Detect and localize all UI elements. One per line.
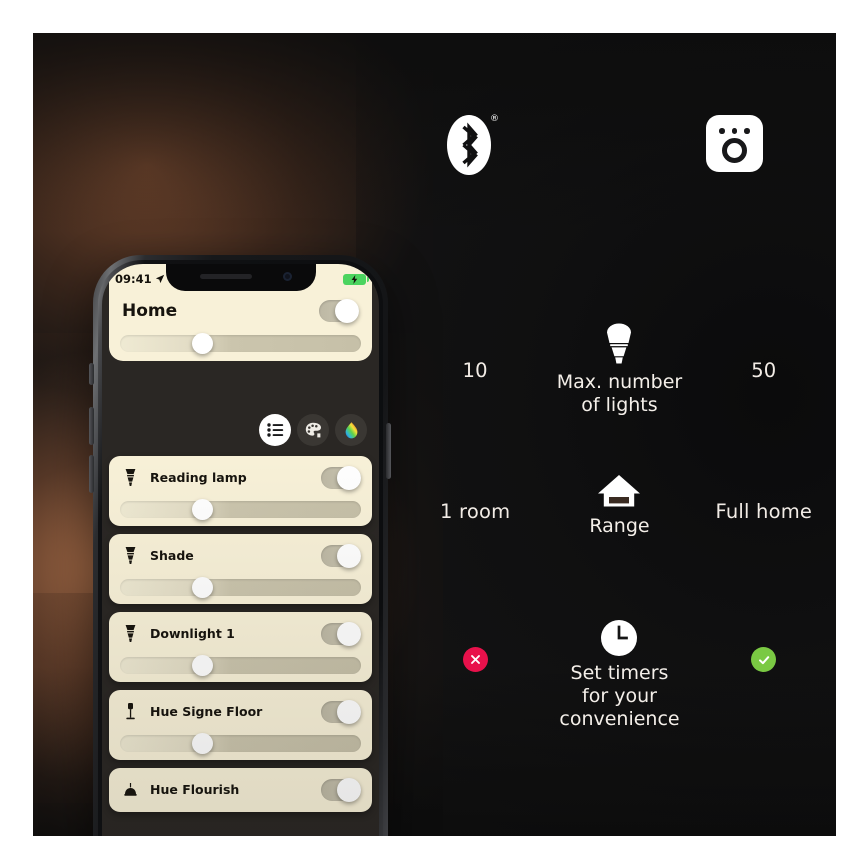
label-line: convenience: [559, 708, 680, 730]
floor-lamp-icon: [120, 702, 140, 721]
color-drop-icon: [345, 421, 357, 438]
comparison-feature-cell: Set timers for your convenience: [547, 618, 691, 731]
comparison-feature-label: Max. number of lights: [557, 371, 683, 417]
comparison-left-value: 10: [462, 359, 488, 382]
phone-screen: 09:41 Home Reading lamp Shade Downlight …: [102, 264, 379, 836]
light-name: Hue Flourish: [150, 782, 240, 797]
light-list: Reading lamp Shade Downlight 1 Hue Signe…: [109, 456, 372, 820]
home-card-header: Home: [109, 294, 372, 326]
list-icon: [266, 423, 283, 437]
home-master-toggle[interactable]: [319, 299, 359, 323]
tab-list[interactable]: [259, 414, 291, 446]
light-name: Reading lamp: [150, 470, 247, 485]
tab-scenes[interactable]: [297, 414, 329, 446]
palette-icon: [305, 422, 321, 438]
light-toggle[interactable]: [321, 777, 361, 802]
light-brightness-slider[interactable]: [120, 733, 361, 754]
phone-volume-down-button[interactable]: [89, 455, 94, 493]
light-brightness-slider[interactable]: [120, 499, 361, 520]
list-item[interactable]: Downlight 1: [109, 612, 372, 682]
comparison-feature-label: Set timers for your convenience: [559, 662, 679, 731]
comparison-row: 10 Max. number of lights 50: [403, 323, 836, 417]
spot-bulb-icon: [120, 624, 140, 643]
status-time-text: 09:41: [115, 272, 152, 286]
comparison-left-value-cell: 10: [403, 323, 547, 382]
comparison-feature-cell: Max. number of lights: [547, 323, 691, 417]
light-toggle[interactable]: [321, 543, 361, 568]
home-brightness-slider[interactable]: [120, 333, 361, 354]
content-canvas: ® 10 Max. number of lights 50 1 room Ran…: [33, 33, 836, 836]
status-bar: 09:41: [102, 264, 379, 294]
label-line: for your: [582, 685, 657, 707]
product-icon-row: ®: [403, 113, 836, 183]
pendant-lamp-icon: [120, 782, 140, 797]
light-name: Hue Signe Floor: [150, 704, 263, 719]
spot-bulb-icon: [120, 468, 140, 487]
label-line: Max. number: [556, 371, 683, 393]
comparison-row: 1 room Range Full home: [403, 473, 836, 538]
light-name: Shade: [150, 548, 194, 563]
check-badge: [751, 647, 777, 672]
location-arrow-icon: [155, 274, 164, 284]
comparison-left-value-cell: [403, 618, 547, 672]
battery-charging-icon: [343, 273, 369, 285]
view-tabs: [259, 414, 367, 446]
comparison-right-value-cell: [692, 618, 836, 672]
bluetooth-icon: ®: [439, 113, 509, 183]
light-brightness-slider[interactable]: [120, 577, 361, 598]
comparison-left-value: 1 room: [440, 500, 511, 523]
screenshot-root: ® 10 Max. number of lights 50 1 room Ran…: [0, 0, 868, 868]
tab-colors[interactable]: [335, 414, 367, 446]
list-item[interactable]: Reading lamp: [109, 456, 372, 526]
list-item[interactable]: Hue Flourish: [109, 768, 372, 812]
list-item[interactable]: Hue Signe Floor: [109, 690, 372, 760]
lightbulb-icon: [607, 323, 632, 364]
bluetooth-trademark: ®: [490, 114, 499, 124]
comparison-right-value: 50: [751, 359, 777, 382]
phone-power-button[interactable]: [386, 423, 391, 479]
hue-bridge-icon: [706, 115, 766, 175]
comparison-row: Set timers for your convenience: [403, 618, 836, 731]
comparison-feature-label: Range: [589, 515, 650, 537]
bluetooth-glyph: [462, 122, 478, 168]
comparison-right-value-cell: 50: [692, 323, 836, 382]
phone-volume-up-button[interactable]: [89, 407, 94, 445]
spot-bulb-icon: [120, 546, 140, 565]
house-icon: [598, 475, 641, 507]
page-title: Home: [122, 301, 178, 321]
clock-icon: [601, 620, 638, 656]
list-item[interactable]: Shade: [109, 534, 372, 604]
comparison-panel: ® 10 Max. number of lights 50 1 room Ran…: [403, 33, 836, 836]
phone-mockup: 09:41 Home Reading lamp Shade Downlight …: [61, 255, 391, 836]
comparison-right-value-cell: Full home: [692, 473, 836, 523]
label-line: Set timers: [570, 662, 669, 684]
cross-badge: [462, 647, 488, 672]
light-toggle[interactable]: [321, 621, 361, 646]
light-brightness-slider[interactable]: [120, 655, 361, 676]
label-line: of lights: [581, 394, 658, 416]
phone-mute-switch[interactable]: [89, 363, 94, 385]
light-toggle[interactable]: [321, 465, 361, 490]
comparison-left-value-cell: 1 room: [403, 473, 547, 523]
comparison-right-value: Full home: [715, 500, 813, 523]
light-name: Downlight 1: [150, 626, 235, 641]
status-time: 09:41: [115, 272, 165, 286]
comparison-feature-cell: Range: [547, 473, 691, 538]
light-toggle[interactable]: [321, 699, 361, 724]
